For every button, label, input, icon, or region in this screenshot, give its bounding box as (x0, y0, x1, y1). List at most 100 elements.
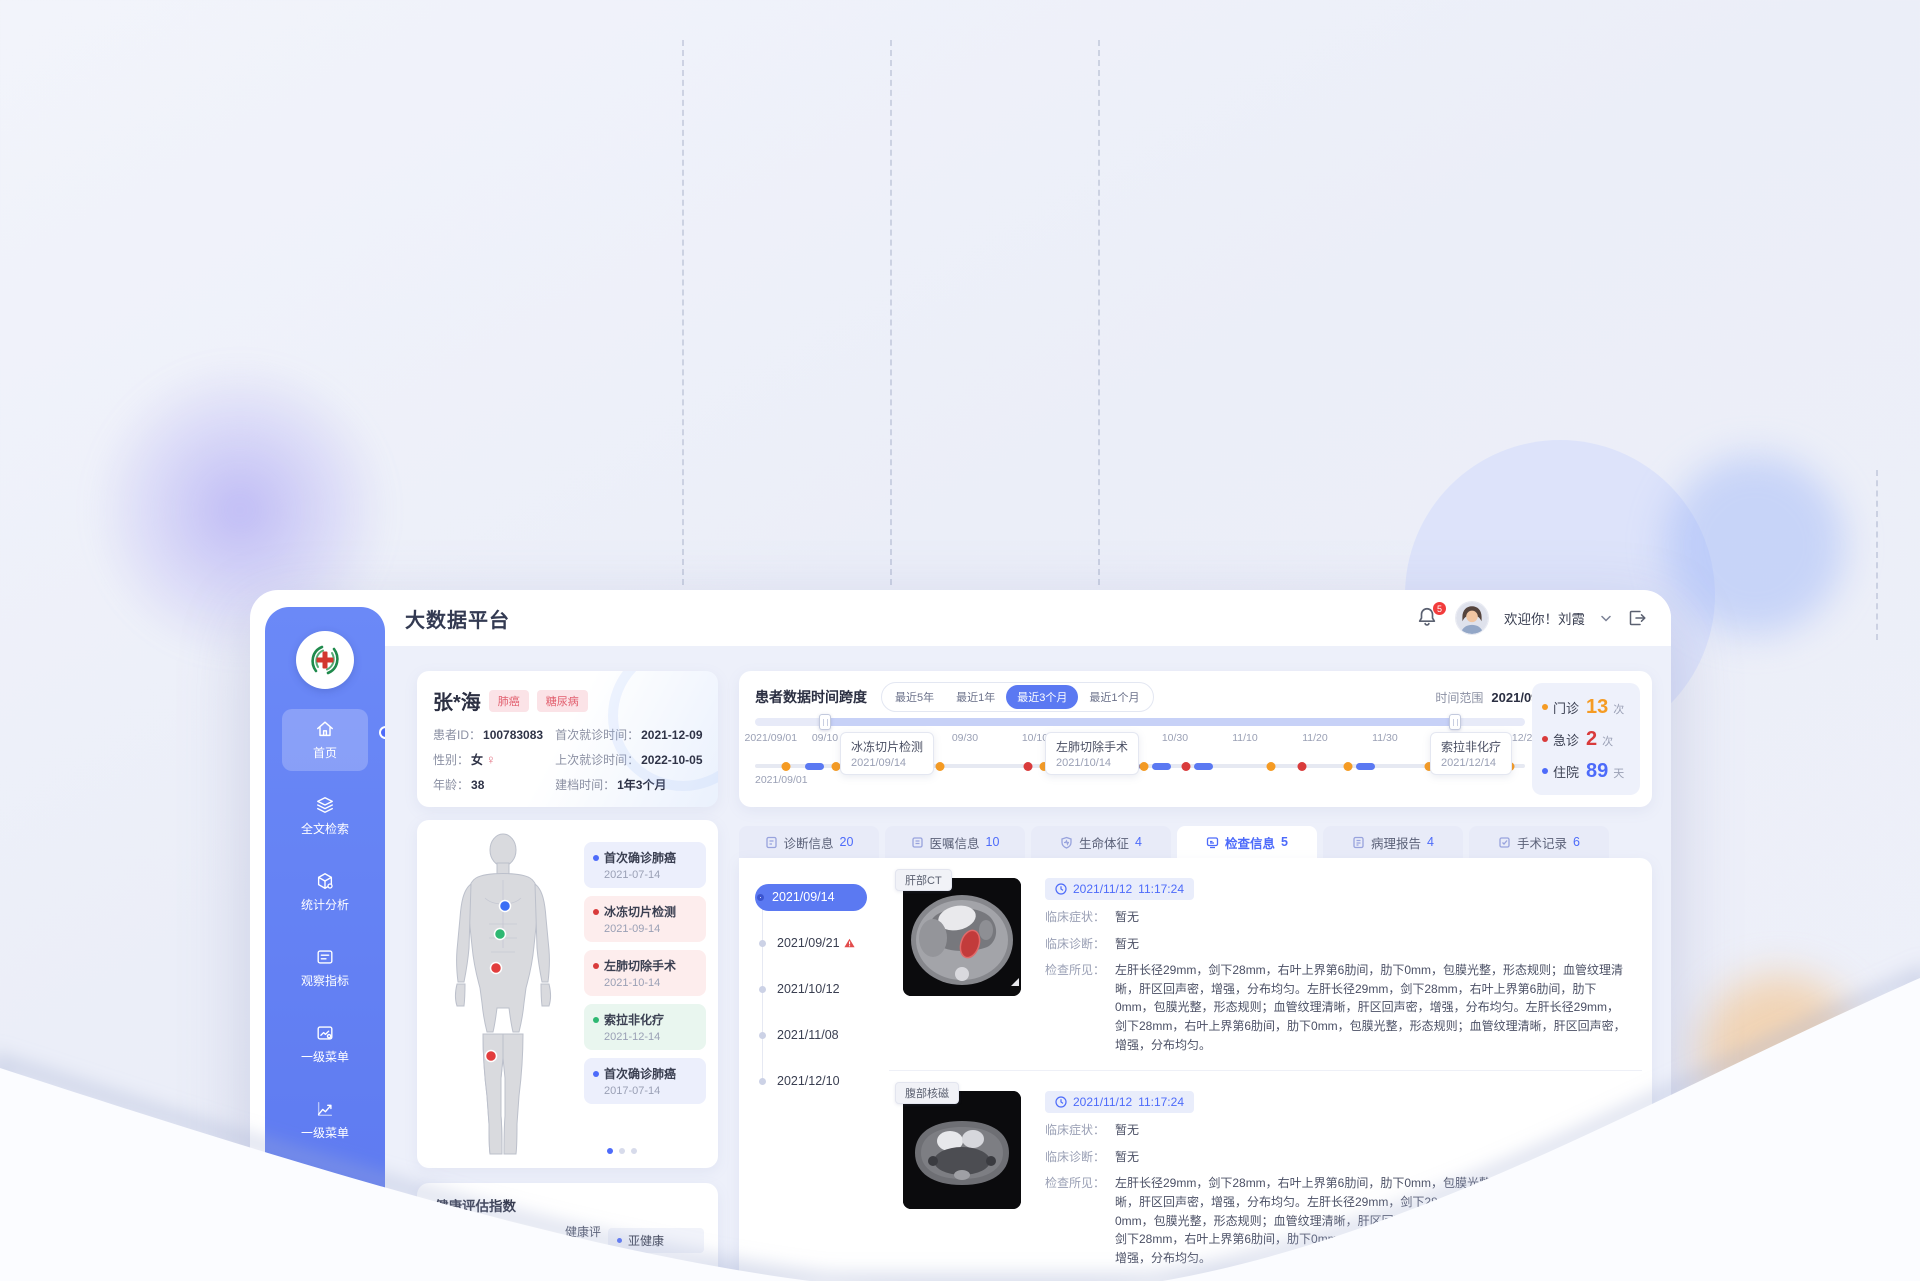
tab-diagnosis[interactable]: 诊断信息20 (739, 826, 879, 858)
health-row-value-pill: 亚健康 (608, 1228, 704, 1253)
date-item[interactable]: 2021/10/12 (755, 966, 875, 1012)
pager-dot-active[interactable] (607, 1148, 613, 1154)
body-event-chip[interactable]: 冰冻切片检测 2021-09-14 (584, 896, 706, 942)
exam-item-abdominal-mri: 腹部核磁 2021/11/12 11:17:24 临床症状：暂无 临床诊断：暂无… (889, 1070, 1642, 1281)
outpatient-event-dot (1343, 762, 1352, 771)
tab-count: 20 (840, 835, 854, 849)
outpatient-event-dot (781, 762, 790, 771)
health-row-value: 亚健康 (628, 1232, 664, 1249)
tab-surgery[interactable]: 手术记录6 (1469, 826, 1609, 858)
range-1y-button[interactable]: 最近1年 (945, 685, 1006, 709)
tooltip-title: 左肺切除手术 (1056, 738, 1128, 755)
record-time-label: 建档时间： (555, 776, 615, 793)
slider-handle-end[interactable] (1449, 714, 1461, 730)
sidebar-item-fulltext-search[interactable]: 全文检索 (282, 785, 368, 847)
record-tabs: 诊断信息20 医嘱信息10 生命体征4 检查信息5 病理报告4 手术记录6 (739, 826, 1652, 858)
health-row-value: 平均值60.5 (628, 1274, 687, 1281)
notification-bell[interactable]: 5 (1416, 606, 1440, 630)
date-dot (759, 940, 766, 947)
stat-value: 2 (1586, 728, 1597, 751)
body-marker-knee-red[interactable] (486, 1051, 497, 1062)
avatar[interactable] (1456, 602, 1488, 634)
outpatient-event-dot (831, 762, 840, 771)
date-label: 2021/09/21 (777, 936, 840, 950)
human-body-figure (431, 828, 576, 1163)
health-row-value-pill: 平均值60.5 (608, 1270, 704, 1281)
tab-exams[interactable]: 检查信息5 (1177, 826, 1317, 858)
tab-orders[interactable]: 医嘱信息10 (885, 826, 1025, 858)
pager-dot[interactable] (619, 1148, 625, 1154)
patient-id-label: 患者ID： (433, 726, 481, 743)
tooltip-date: 2021/09/14 (851, 757, 923, 769)
event-title: 左肺切除手术 (604, 957, 676, 974)
sidebar-item-menu-2[interactable]: 一级菜单 (282, 1089, 368, 1151)
exam-type-badge: 肝部CT (895, 869, 952, 891)
image-chart-icon (315, 1023, 335, 1043)
stat-value: 89 (1586, 760, 1608, 783)
emergency-dot (1542, 736, 1548, 742)
symptom-value: 暂无 (1115, 1121, 1139, 1140)
health-assessment-card: 健康评估指数 50.4 健康评估 亚健康 平均值60.5 (417, 1183, 718, 1281)
hospitalization-dot (1542, 768, 1548, 774)
hospitalization-bar (805, 763, 824, 770)
sidebar-item-menu-1[interactable]: 一级菜单 (282, 1013, 368, 1075)
slider-selected-range (825, 718, 1455, 726)
sidebar-item-home[interactable]: 首页 (282, 709, 368, 771)
time-slider: 2021/09/01 09/10 09/20 09/30 10/10 10/20… (755, 718, 1525, 768)
sidebar-item-statistics[interactable]: 统计分析 (282, 861, 368, 923)
findings-value: 左肝长径29mm，剑下28mm，右叶上界第6肋间，肋下0mm，包膜光整，形态规则… (1115, 961, 1628, 1054)
patient-gender-label: 性别： (433, 751, 469, 768)
date-label: 2021/12/10 (777, 1074, 840, 1088)
diagnosis-label: 临床诊断： (1045, 935, 1115, 954)
body-event-chip[interactable]: 索拉非化疗 2021-12-14 (584, 1004, 706, 1050)
range-3m-button[interactable]: 最近3个月 (1006, 685, 1078, 709)
event-title: 冰冻切片检测 (604, 903, 676, 920)
body-event-chip[interactable]: 首次确诊肺癌 2017-07-14 (584, 1058, 706, 1104)
sidebar-item-observation[interactable]: 观察指标 (282, 937, 368, 999)
health-row-label: 健康评估 (565, 1223, 608, 1257)
tick-label: 09/10 (812, 732, 838, 744)
slider-handle-start[interactable] (819, 714, 831, 730)
tab-count: 4 (1427, 835, 1434, 849)
diagnosis-label: 临床诊断： (1045, 1148, 1115, 1167)
exam-time: 11:17:24 (1138, 1095, 1184, 1109)
logout-button[interactable] (1627, 608, 1647, 628)
body-event-chip[interactable]: 首次确诊肺癌 2021-07-14 (584, 842, 706, 888)
findings-label: 检查所见： (1045, 961, 1115, 1054)
exam-date-list: 2021/09/14 2021/09/21 2021/10/12 2021/11… (755, 874, 875, 1104)
date-item-selected[interactable]: 2021/09/14 (755, 874, 875, 920)
user-menu-chevron[interactable] (1601, 615, 1611, 622)
body-event-chip[interactable]: 左肺切除手术 2021-10-14 (584, 950, 706, 996)
slider-track[interactable] (755, 718, 1525, 726)
exam-content-card: 2021/09/14 2021/09/21 2021/10/12 2021/11… (739, 858, 1652, 1281)
body-marker-abdomen-red[interactable] (491, 963, 502, 974)
date-item[interactable]: 2021/09/21 (755, 920, 875, 966)
ct-image[interactable] (903, 878, 1021, 996)
tooltip-title: 冰冻切片检测 (851, 738, 923, 755)
pager-dot[interactable] (631, 1148, 637, 1154)
tab-vitals[interactable]: 生命体征4 (1031, 826, 1171, 858)
patient-tag-diabetes: 糖尿病 (537, 690, 588, 712)
range-1m-button[interactable]: 最近1个月 (1078, 685, 1150, 709)
mri-image[interactable] (903, 1091, 1021, 1209)
vitals-tab-icon (1060, 836, 1073, 849)
sidebar-item-label: 一级菜单 (301, 1124, 349, 1141)
sidebar-item-label: 一级菜单 (301, 1048, 349, 1065)
clock-icon (1055, 883, 1067, 895)
date-item[interactable]: 2021/11/08 (755, 1012, 875, 1058)
sidebar-item-menu-3[interactable]: 一级菜单 (282, 1165, 368, 1227)
diagnosis-value: 暂无 (1115, 1148, 1139, 1167)
range-5y-button[interactable]: 最近5年 (884, 685, 945, 709)
tab-pathology[interactable]: 病理报告4 (1323, 826, 1463, 858)
body-marker-chest-blue[interactable] (500, 901, 511, 912)
health-title: 健康评估指数 (435, 1195, 516, 1215)
clock-icon (1055, 1096, 1067, 1108)
avatar-image (1456, 602, 1488, 634)
tooltip-date: 2021/10/14 (1056, 757, 1128, 769)
sidebar-item-label: 全文检索 (301, 820, 349, 837)
stat-unit: 次 (1602, 733, 1613, 749)
date-item[interactable]: 2021/12/10 (755, 1058, 875, 1104)
body-marker-torso-green[interactable] (495, 929, 506, 940)
selected-date-dot (757, 894, 764, 901)
main-content: 张*海 肺癌 糖尿病 患者ID：100783083 性别：女♀ 年龄：38 首次… (385, 646, 1671, 1281)
